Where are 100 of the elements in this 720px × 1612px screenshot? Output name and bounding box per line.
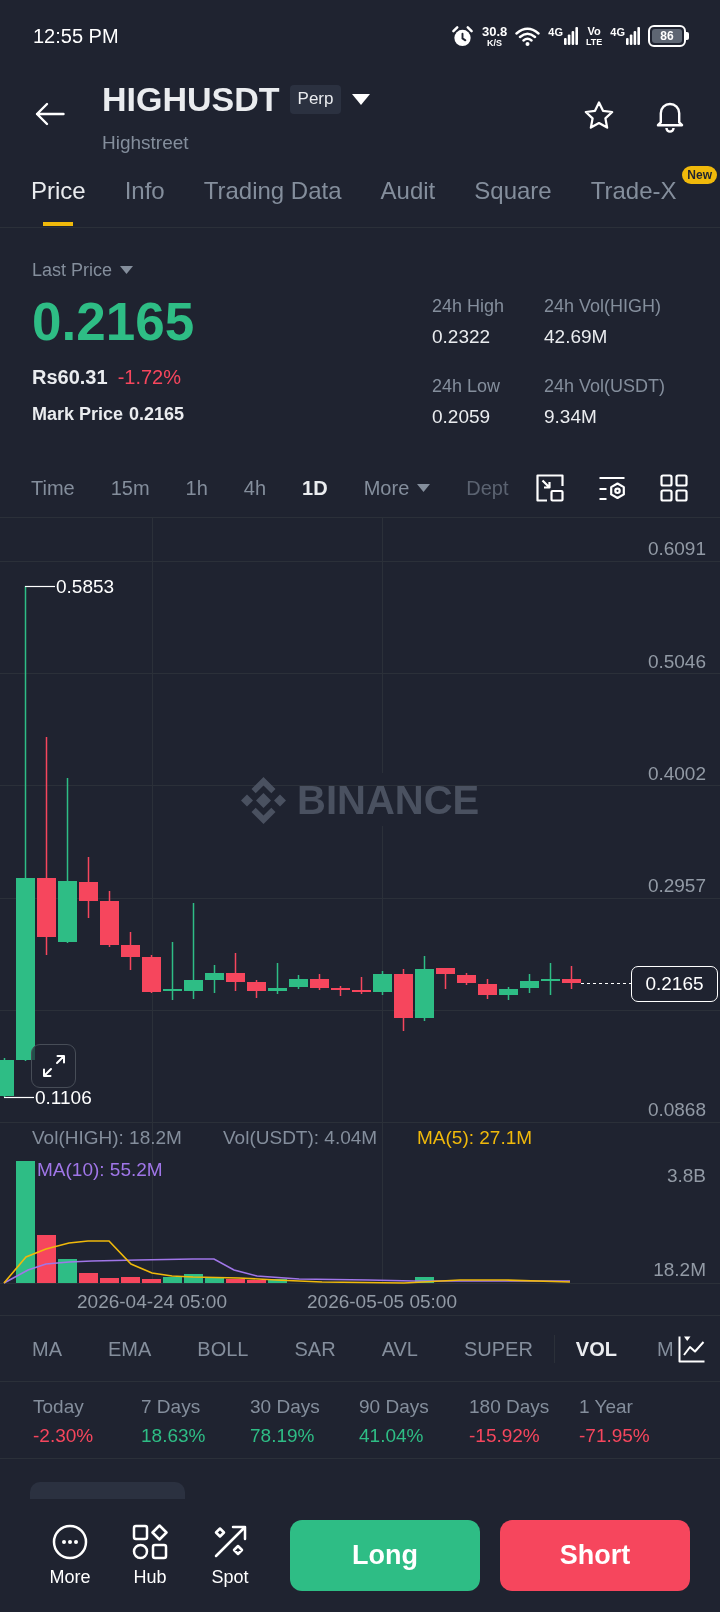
price-axis-label: 0.2957 <box>647 875 706 897</box>
leader-line <box>3 1096 35 1099</box>
interval-tab[interactable]: Time <box>31 474 75 501</box>
stat-value: 9.34M <box>544 405 598 429</box>
tab[interactable]: Square <box>474 162 552 227</box>
indicator-tab[interactable]: MA <box>32 1335 62 1362</box>
stat-value: 0.2059 <box>432 405 492 429</box>
tab[interactable]: Trade-X <box>590 162 677 227</box>
interval-tab[interactable]: 1h <box>185 474 208 501</box>
long-button[interactable]: Long <box>290 1520 480 1591</box>
volume-bar <box>415 1277 434 1283</box>
volume-bar <box>121 1277 140 1283</box>
last-price: 0.2165 <box>32 294 195 350</box>
volume-bar <box>226 1279 245 1283</box>
candle <box>499 986 518 1001</box>
candle <box>247 979 266 999</box>
candle <box>562 965 581 990</box>
period-label: Today <box>33 1395 85 1419</box>
interval-tab[interactable]: 15m <box>110 474 150 501</box>
price-line <box>580 982 632 985</box>
period-change: 41.04% <box>359 1424 425 1448</box>
volume-bar <box>100 1278 119 1283</box>
candle <box>352 976 371 995</box>
tab[interactable]: Trading Data <box>203 162 342 227</box>
interval-tab[interactable]: 4h <box>243 474 267 501</box>
new-badge: New <box>682 166 717 184</box>
period-change: 78.19% <box>250 1424 316 1448</box>
signal-icon <box>563 27 578 45</box>
short-button[interactable]: Short <box>500 1520 690 1591</box>
depth-tab[interactable]: Dept <box>466 474 509 501</box>
fiat-price: Rs60.31 <box>32 365 108 389</box>
period-change: -2.30% <box>33 1424 95 1448</box>
indicator-tab[interactable]: SUPER <box>463 1335 533 1362</box>
star-icon[interactable] <box>583 100 615 132</box>
more-dropdown[interactable]: More <box>363 474 431 501</box>
candle <box>478 978 497 1000</box>
spot-button[interactable]: Spot <box>195 1523 265 1588</box>
period-label: 180 Days <box>469 1395 551 1419</box>
indicator-tab[interactable]: EMA <box>108 1335 152 1362</box>
hub-button[interactable]: Hub <box>115 1523 185 1588</box>
price-axis-label: 0.5046 <box>647 651 706 673</box>
period-label: 1 Year <box>579 1395 634 1419</box>
volume-legend: MA(5): 27.1M <box>417 1127 533 1149</box>
grid-icon[interactable] <box>660 473 688 502</box>
more-button[interactable]: More <box>35 1523 105 1588</box>
candle <box>310 973 329 991</box>
stat-label: 24h Low <box>432 375 502 398</box>
caret-icon[interactable] <box>352 93 371 105</box>
price-axis-label: 0.4002 <box>647 763 706 785</box>
price-change: -1.72% <box>117 365 181 389</box>
candle <box>520 973 539 994</box>
candle <box>541 962 560 996</box>
volume-bar <box>247 1280 266 1283</box>
indicator-tab[interactable]: VOL <box>575 1335 617 1362</box>
date-label: 2026-04-24 05:00 <box>77 1291 227 1313</box>
back-icon[interactable] <box>35 102 65 126</box>
expand-icon <box>41 1054 66 1078</box>
candle <box>205 964 224 994</box>
stat-value: 0.2322 <box>432 325 492 349</box>
price-axis-label: 0.6091 <box>647 538 706 560</box>
window-arrow-icon[interactable] <box>536 473 564 502</box>
mark-price-label: Mark Price <box>32 403 124 426</box>
volume-bar <box>163 1277 182 1283</box>
tab[interactable]: Info <box>124 162 165 227</box>
candle <box>226 952 245 992</box>
indicator-tab[interactable]: AVL <box>381 1335 418 1362</box>
volte-label: LTE <box>585 36 603 47</box>
indicator-tab[interactable]: SAR <box>294 1335 336 1362</box>
tab[interactable]: Audit <box>380 162 436 227</box>
wifi-icon <box>515 26 541 46</box>
volume-legend: Vol(HIGH): 18.2M <box>32 1127 182 1149</box>
caret-icon <box>120 266 134 274</box>
candle <box>100 890 119 948</box>
candle <box>436 967 455 990</box>
indicator-tab[interactable]: BOLL <box>197 1335 249 1362</box>
volume-bar <box>37 1235 56 1283</box>
candle <box>79 856 98 919</box>
last-price-tag: 0.2165 <box>631 966 718 1002</box>
candle <box>163 941 182 1001</box>
period-label: 7 Days <box>141 1395 202 1419</box>
candle <box>373 970 392 996</box>
period-change: -15.92% <box>469 1424 541 1448</box>
stat-label: 24h Vol(USDT) <box>544 375 666 398</box>
contract-badge: Perp <box>289 84 342 114</box>
candle <box>0 1057 14 1098</box>
stat-value: 42.69M <box>544 325 609 349</box>
interval-tab[interactable]: 1D <box>302 474 328 501</box>
alarm-clock-icon <box>450 24 474 48</box>
expand-button[interactable] <box>31 1044 76 1088</box>
volume-bar <box>79 1273 98 1283</box>
candle <box>289 974 308 990</box>
price-type-dropdown[interactable]: Last Price <box>32 258 134 282</box>
diagonal-arrow-icon <box>212 1523 248 1560</box>
indicator-chart-icon[interactable] <box>678 1334 706 1363</box>
battery-percent: 86 <box>660 30 674 42</box>
indicator-tab[interactable]: M <box>657 1335 674 1362</box>
tab[interactable]: Price <box>31 162 86 227</box>
volume-bar <box>205 1278 224 1283</box>
period-change: -71.95% <box>579 1424 651 1448</box>
data-speed: 30.8 <box>481 24 508 38</box>
